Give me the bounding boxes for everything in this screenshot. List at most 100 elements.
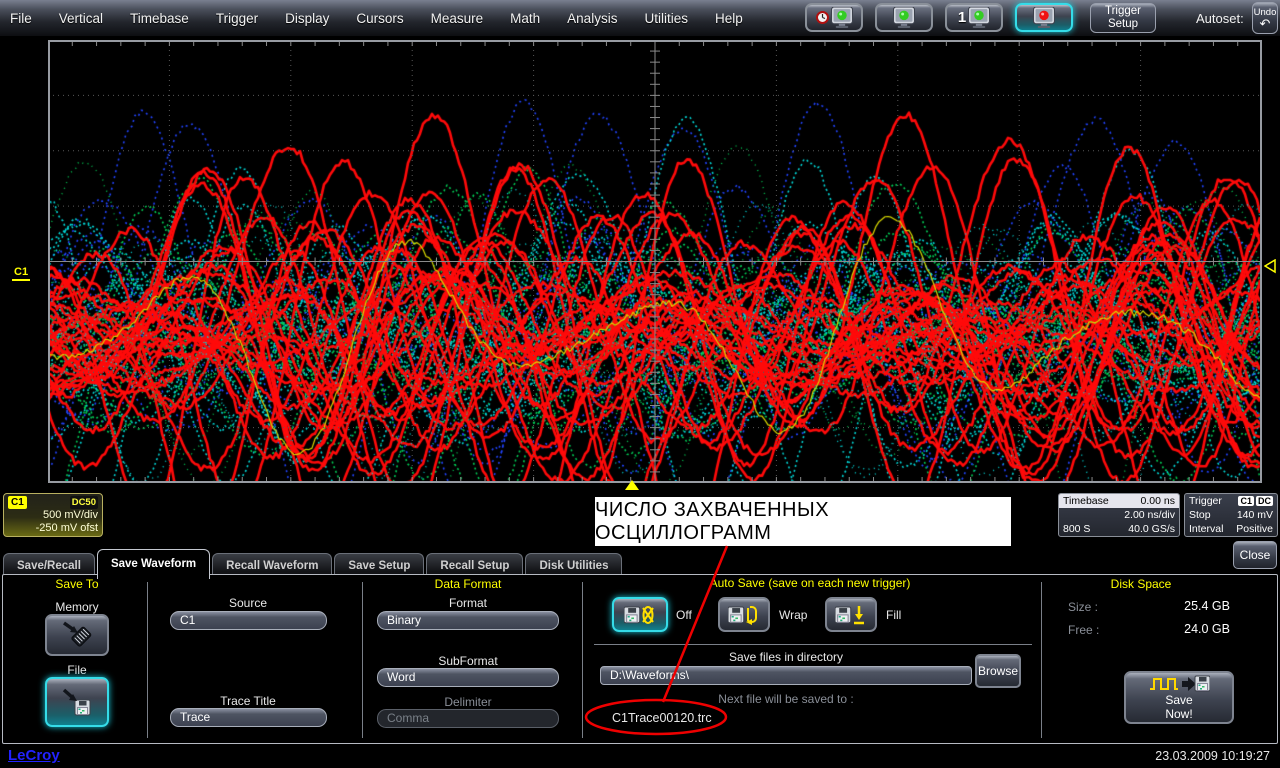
menu-bar: File Vertical Timebase Trigger Display C… [0,0,1280,36]
save-to-file-icon [59,685,95,719]
trigger-descriptor-box[interactable]: Trigger C1DC Stop 140 mV Interval Positi… [1184,493,1278,537]
trigger-setup-button[interactable]: Trigger Setup [1090,3,1156,33]
menu-item-trigger[interactable]: Trigger [216,11,258,26]
annotation-text: ЧИСЛО ЗАХВАЧЕННЫХ ОСЦИЛЛОГРАММ [595,499,1011,545]
format-field[interactable]: Binary [377,611,559,630]
waveform-display-area: C1 [0,36,1280,491]
autosave-off-button[interactable] [612,597,668,632]
trigger-setup-label-1: Trigger [1105,5,1141,18]
subformat-label: SubFormat [438,654,497,668]
save-to-title: Save To [55,577,98,591]
channel-offset-value: -250 mV ofst [8,522,98,535]
trigger-type-value: Interval [1189,522,1223,536]
menu-item-measure[interactable]: Measure [431,11,484,26]
channel-name-badge: C1 [8,496,27,509]
undo-arrow-icon: ↶ [1260,18,1271,29]
file-label: File [67,663,86,677]
monitor-green-icon [831,7,853,28]
menu-item-timebase[interactable]: Timebase [130,11,189,26]
trigger-setup-label-2: Setup [1108,18,1138,31]
channel-scale-value: 500 mV/div [8,509,98,522]
data-format-title: Data Format [435,577,502,591]
monitor-green-icon [893,7,915,28]
trigger-auto-button[interactable] [805,3,863,32]
trigger-mode-value: Stop [1189,508,1211,522]
autosave-off-label: Off [676,608,692,622]
trigger-level-value: 140 mV [1237,508,1273,522]
annotation-callout: ЧИСЛО ЗАХВАЧЕННЫХ ОСЦИЛЛОГРАММ [595,497,1011,546]
disk-size-label: Size : [1068,600,1098,614]
trigger-single-button[interactable]: 1 [945,3,1003,32]
trigger-coupling-badge: DC [1256,496,1273,506]
menu-item-vertical[interactable]: Vertical [59,11,103,26]
datetime-label: 23.03.2009 10:19:27 [1155,749,1270,763]
delimiter-field: Comma [377,709,559,728]
delimiter-label: Delimiter [444,695,491,709]
subformat-field[interactable]: Word [377,668,559,687]
auto-save-title: Auto Save (save on each new trigger) [710,576,911,590]
trigger-label: Trigger [1189,494,1222,508]
menu-item-math[interactable]: Math [510,11,540,26]
menu-item-file[interactable]: File [10,11,32,26]
save-to-memory-button[interactable] [45,614,109,656]
disk-free-value: 24.0 GB [1150,622,1230,636]
save-now-icon [1148,675,1210,693]
autosave-fill-icon [835,604,867,626]
autosave-off-icon [624,605,656,625]
trigger-source-badge: C1 [1238,496,1254,506]
directory-field[interactable]: D:\Waveforms\ [600,666,972,685]
autosave-wrap-icon [728,604,760,626]
disk-size-value: 25.4 GB [1150,599,1230,613]
browse-button[interactable]: Browse [975,654,1021,688]
directory-label: Save files in directory [729,650,843,664]
timebase-scale-value: 2.00 ns/div [1124,508,1175,522]
status-bar: LeCroy 23.03.2009 10:19:27 [0,746,1280,768]
trace-title-field[interactable]: Trace [170,708,327,727]
source-field[interactable]: C1 [170,611,327,630]
trigger-slope-value: Positive [1236,522,1273,536]
disk-space-title: Disk Space [1111,577,1172,591]
format-label: Format [449,596,487,610]
browse-label: Browse [978,664,1018,678]
save-to-memory-icon [59,619,95,651]
timebase-rate-value: 40.0 GS/s [1128,522,1175,536]
autosave-fill-button[interactable] [825,597,877,632]
channel-c1-descriptor-box[interactable]: C1 DC50 500 mV/div -250 mV ofst [3,493,103,537]
source-label: Source [229,596,267,610]
menu-item-help[interactable]: Help [715,11,743,26]
menu-item-display[interactable]: Display [285,11,329,26]
undo-button[interactable]: Undo ↶ [1252,2,1278,34]
menu-item-utilities[interactable]: Utilities [644,11,688,26]
channel-coupling-badge: DC50 [70,496,98,509]
timebase-label: Timebase [1063,494,1109,508]
menu-item-analysis[interactable]: Analysis [567,11,617,26]
autoset-label[interactable]: Autoset: [1196,11,1244,26]
monitor-red-icon [1033,7,1055,28]
save-to-file-button[interactable] [45,677,109,727]
save-now-label-1: Save [1165,693,1192,707]
disk-free-label: Free : [1068,623,1099,637]
lecroy-logo[interactable]: LeCroy [8,747,60,764]
panel-divider [1041,582,1042,738]
persistence-waveform-canvas [48,40,1262,483]
trigger-level-marker-icon[interactable] [1264,259,1277,274]
single-number-label: 1 [958,9,966,26]
autosave-fill-label: Fill [886,608,901,622]
timebase-descriptor-box[interactable]: Timebase 0.00 ns 2.00 ns/div 800 S 40.0 … [1058,493,1180,537]
trigger-stop-button[interactable] [1015,3,1073,32]
trace-title-label: Trace Title [220,694,276,708]
save-now-label-2: Now! [1165,707,1192,721]
monitor-green-icon [968,7,990,28]
panel-divider [362,582,363,738]
panel-divider [582,582,583,738]
save-now-button[interactable]: Save Now! [1124,671,1234,724]
close-button[interactable]: Close [1233,541,1277,569]
channel-offset-marker[interactable]: C1 [12,266,30,281]
autosave-wrap-label: Wrap [779,608,807,622]
tab-save-waveform[interactable]: Save Waveform [97,549,210,579]
autosave-wrap-button[interactable] [718,597,770,632]
trigger-normal-button[interactable] [875,3,933,32]
oscilloscope-screen: File Vertical Timebase Trigger Display C… [0,0,1280,768]
menu-item-cursors[interactable]: Cursors [356,11,403,26]
trigger-position-marker-icon[interactable] [624,480,640,491]
